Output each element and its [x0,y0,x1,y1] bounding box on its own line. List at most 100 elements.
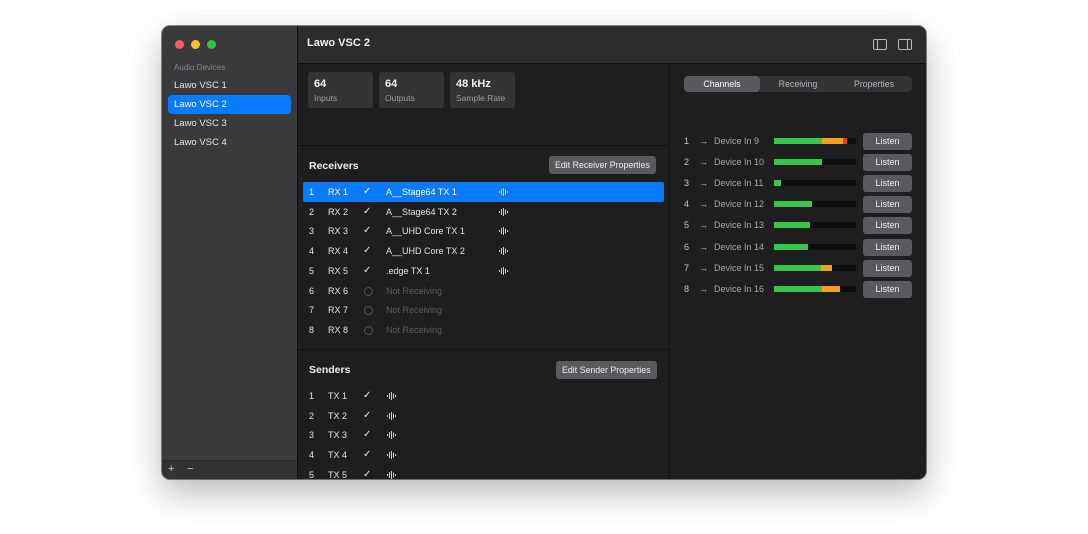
close-window-button[interactable] [175,40,184,49]
checkmark-icon: ✓ [363,245,372,257]
listen-button[interactable]: Listen [863,259,912,277]
stat-sample-rate: 48 kHz Sample Rate [450,72,515,108]
receiver-row[interactable]: 4 RX 4 ✓ A__UHD Core TX 2 [303,241,664,261]
receiver-row[interactable]: 1 RX 1 ✓ A__Stage64 TX 1 [303,182,664,202]
level-meter [774,180,856,187]
zoom-window-button[interactable] [207,40,216,49]
sender-name: TX 3 [328,430,348,441]
channel-row: 1 → Device In 9 Listen [684,132,914,151]
level-meter [774,138,856,144]
toggle-right-sidebar-icon[interactable] [898,39,912,50]
empty-circle-icon [364,286,373,296]
waveform-icon [499,266,509,275]
edit-sender-properties-button[interactable]: Edit Sender Properties [556,361,657,379]
receiver-row[interactable]: 6 RX 6 Not Receiving [303,281,664,301]
sidebar-footer: + − [162,460,297,479]
meter-yellow [821,264,832,271]
row-number: 1 [309,187,315,197]
arrow-right-icon: → [699,283,708,294]
receiver-name: RX 4 [328,246,349,257]
sender-row[interactable]: 5 TX 5 ✓ [303,465,664,479]
receiver-name: RX 6 [328,285,349,296]
channel-number: 1 [684,136,690,146]
receiver-source: Not Receiving [386,324,443,335]
remove-device-button[interactable]: − [187,463,193,475]
channel-number: 3 [684,178,690,189]
inspector-pane: Channels Receiving Properties 1 → Device I… [670,64,926,479]
row-number: 1 [309,391,315,401]
tab-properties[interactable]: Properties [836,76,912,92]
stat-value: 48 kHz [456,78,491,90]
listen-button[interactable]: Listen [863,280,912,298]
meter-green [774,285,822,292]
sender-name: TX 4 [328,450,348,461]
sidebar: Audio Devices Lawo VSC 1 Lawo VSC 2 Lawo… [162,26,298,479]
tab-channels[interactable]: Channels [684,76,760,92]
receiver-row[interactable]: 2 RX 2 ✓ A__Stage64 TX 2 [303,202,664,222]
sidebar-item-lawo-vsc-1[interactable]: Lawo VSC 1 [168,76,291,95]
receiver-row[interactable]: 5 RX 5 ✓ .edge TX 1 [303,261,664,281]
tab-receiving[interactable]: Receiving [760,76,836,92]
checkmark-icon: ✓ [363,390,372,401]
row-number: 3 [309,226,315,237]
sidebar-item-lawo-vsc-4[interactable]: Lawo VSC 4 [168,133,291,152]
listen-button[interactable]: Listen [863,238,912,256]
receiver-source: A__Stage64 TX 2 [386,206,457,217]
sidebar-item-lawo-vsc-2[interactable]: Lawo VSC 2 [168,95,291,114]
receiver-name: RX 5 [328,265,349,276]
arrow-right-icon: → [699,199,708,210]
arrow-right-icon: → [699,178,708,189]
row-number: 6 [309,285,315,296]
channel-device: Device In 12 [714,199,765,210]
level-meter [774,222,856,229]
level-meter [774,159,856,166]
row-number: 5 [309,265,315,276]
channel-number: 2 [684,157,690,168]
receiver-name: RX 1 [328,187,349,197]
row-number: 2 [309,410,315,421]
minimize-window-button[interactable] [191,40,200,49]
waveform-icon [499,207,509,216]
checkmark-icon: ✓ [363,468,372,479]
sidebar-section-label: Audio Devices [174,63,226,72]
waveform-icon [499,227,509,236]
sender-name: TX 1 [328,391,348,401]
sender-row[interactable]: 2 TX 2 ✓ [303,406,664,426]
sender-row[interactable]: 1 TX 1 ✓ [303,386,664,406]
receiver-row[interactable]: 7 RX 7 Not Receiving [303,300,664,320]
listen-button[interactable]: Listen [863,133,912,150]
channel-row: 5 → Device In 13 Listen [684,216,914,235]
meter-green [774,159,822,166]
checkmark-icon: ✓ [363,449,372,461]
toggle-left-sidebar-icon[interactable] [873,39,887,50]
waveform-icon [387,411,397,420]
listen-button[interactable]: Listen [863,217,912,235]
receiver-row[interactable]: 8 RX 8 Not Receiving [303,320,664,340]
listen-button[interactable]: Listen [863,154,912,172]
listen-button[interactable]: Listen [863,196,912,214]
checkmark-icon: ✓ [363,409,372,421]
channel-device: Device In 14 [714,241,765,252]
meter-green [774,138,822,144]
receivers-title: Receivers [309,160,359,172]
add-device-button[interactable]: + [168,463,174,475]
receiver-source: Not Receiving [386,305,443,316]
checkmark-icon: ✓ [363,186,372,197]
sidebar-item-lawo-vsc-3[interactable]: Lawo VSC 3 [168,114,291,133]
channel-number: 4 [684,199,690,210]
row-number: 4 [309,450,315,461]
meter-green [774,243,808,250]
receiver-row[interactable]: 3 RX 3 ✓ A__UHD Core TX 1 [303,221,664,241]
titlebar: Lawo VSC 2 [298,26,926,64]
sender-row[interactable]: 4 TX 4 ✓ [303,445,664,465]
channel-device: Device In 16 [714,283,765,294]
listen-button[interactable]: Listen [863,175,912,193]
empty-circle-icon [364,325,373,335]
app-window: Audio Devices Lawo VSC 1 Lawo VSC 2 Lawo… [162,26,926,479]
receiver-name: RX 2 [328,206,349,217]
stat-outputs: 64 Outputs [379,72,444,108]
sender-row[interactable]: 3 TX 3 ✓ [303,425,664,445]
arrow-right-icon: → [699,136,708,146]
edit-receiver-properties-button[interactable]: Edit Receiver Properties [549,156,656,174]
row-number: 3 [309,430,315,441]
